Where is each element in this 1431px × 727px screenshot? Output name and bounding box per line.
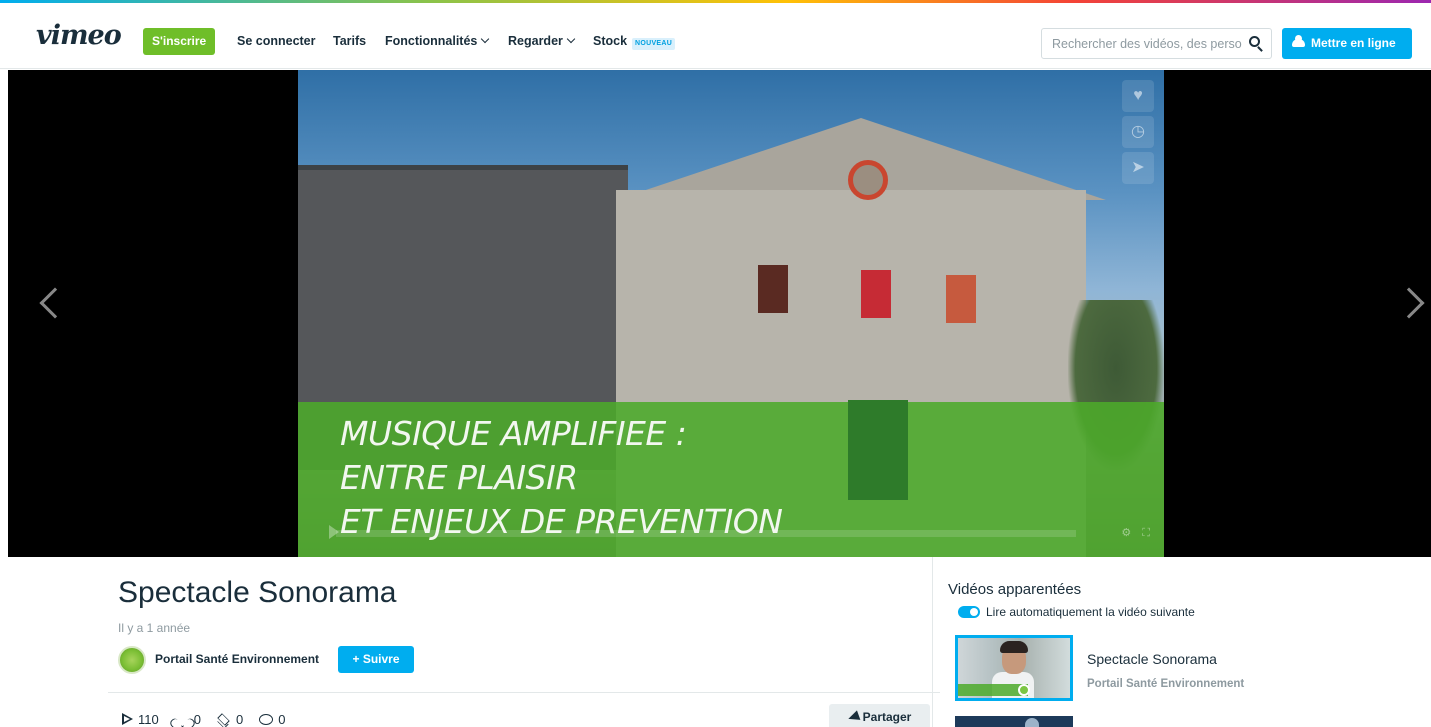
plays-count: 110 [138,711,159,727]
house-window [861,270,891,318]
autoplay-toggle[interactable] [958,606,980,618]
thumbnail-person-hair [1000,641,1028,653]
next-video-arrow-icon[interactable] [1393,287,1425,319]
video-player[interactable]: MUSIQUE AMPLIFIEE : ENTRE PLAISIR ET ENJ… [8,70,1431,557]
avatar[interactable] [118,646,146,674]
upload-cloud-icon [1292,35,1305,47]
nav-features-label: Fonctionnalités [385,34,478,48]
clip-date: Il y a 1 année [118,621,191,635]
video-overlay-title: MUSIQUE AMPLIFIEE : ENTRE PLAISIR ET ENJ… [340,412,783,544]
heart-icon[interactable]: ♥ [1122,80,1154,112]
thumbnail-image [958,638,1070,698]
search-box [1041,28,1272,59]
video-title-line: MUSIQUE AMPLIFIEE : [340,414,687,453]
nav-features[interactable]: Fonctionnalités [385,28,490,55]
house-round-window [848,160,888,200]
top-navigation: vimeo S'inscrire Se connecter Tarifs Fon… [0,3,1431,69]
nav-watch[interactable]: Regarder [508,28,576,55]
layers-icon [217,713,231,725]
house-window [946,275,976,323]
nav-login[interactable]: Se connecter [237,28,316,55]
related-video-thumbnail[interactable] [955,635,1073,701]
search-input[interactable] [1052,29,1242,58]
vimeo-logo[interactable]: vimeo [36,22,122,49]
search-icon[interactable] [1249,36,1260,47]
video-title-line: ENTRE PLAISIR [340,458,578,497]
collections-count: 0 [235,711,244,727]
play-count-icon [122,713,133,725]
clock-icon[interactable]: ◷ [1122,116,1154,148]
likes-stat[interactable]: 0 [175,711,201,727]
share-button[interactable]: Partager [829,704,930,727]
clip-stats: 110 0 0 0 [122,711,285,727]
paper-plane-icon [846,710,861,724]
join-button[interactable]: S'inscrire [143,28,216,55]
new-badge: NOUVEAU [632,38,676,50]
previous-video-arrow-icon[interactable] [39,287,71,319]
related-video-thumbnail[interactable] [955,716,1073,727]
house-door [848,400,908,500]
channel-name[interactable]: Portail Santé Environnement [155,652,319,666]
nav-stock[interactable]: Stock [593,28,627,55]
house-window [758,265,788,313]
follow-button[interactable]: + Suivre [338,646,414,673]
upload-button[interactable]: Mettre en ligne [1282,28,1412,59]
upload-label: Mettre en ligne [1311,36,1396,50]
share-icon[interactable]: ➤ [1122,152,1154,184]
comment-bubble-icon [259,713,274,725]
clip-title: Spectacle Sonorama [118,576,397,609]
nav-watch-label: Regarder [508,34,563,48]
player-settings-icons[interactable]: ⚙ ⛶ [1121,526,1154,540]
autoplay-label: Lire automatiquement la vidéo suivante [986,605,1195,619]
video-frame[interactable]: MUSIQUE AMPLIFIEE : ENTRE PLAISIR ET ENJ… [298,70,1164,557]
chevron-down-icon [566,34,576,44]
thumbnail-logo-dot [1018,684,1030,696]
divider [108,692,940,693]
plays-stat: 110 [122,711,159,727]
collections-stat[interactable]: 0 [217,711,243,727]
comments-count: 0 [278,711,286,727]
chevron-down-icon [481,34,490,44]
related-video-author[interactable]: Portail Santé Environnement [1087,678,1244,690]
share-label: Partager [862,710,912,724]
comments-stat[interactable]: 0 [259,711,285,727]
progress-bar[interactable] [336,530,1076,537]
video-title-line: ET ENJEUX DE PREVENTION [340,502,783,541]
related-videos-heading: Vidéos apparentées [948,581,1082,598]
nav-pricing[interactable]: Tarifs [333,28,366,55]
heart-icon [175,713,189,725]
related-video-title[interactable]: Spectacle Sonorama [1087,651,1217,667]
